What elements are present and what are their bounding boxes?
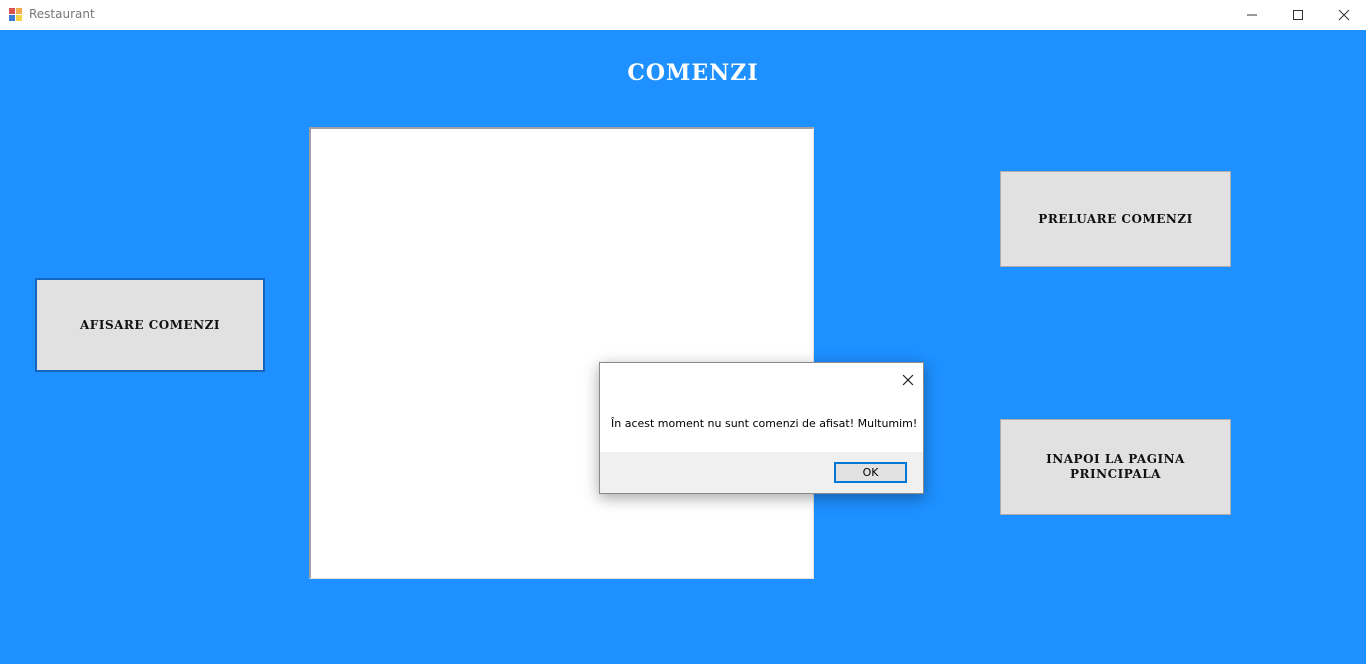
orders-form: COMENZI AFISARE COMENZI PRELUARE COMENZI… bbox=[0, 30, 1366, 664]
close-icon bbox=[1338, 9, 1350, 21]
title-bar[interactable]: Restaurant bbox=[0, 0, 1366, 30]
maximize-button[interactable] bbox=[1275, 0, 1321, 30]
close-icon bbox=[902, 374, 914, 386]
ok-button[interactable]: OK bbox=[834, 462, 907, 483]
minimize-icon bbox=[1247, 14, 1257, 16]
show-orders-button[interactable]: AFISARE COMENZI bbox=[35, 278, 265, 372]
back-to-main-button[interactable]: INAPOI LA PAGINA PRINCIPALA bbox=[1000, 419, 1231, 515]
minimize-button[interactable] bbox=[1229, 0, 1275, 30]
orders-listbox[interactable] bbox=[309, 127, 814, 579]
app-icon bbox=[9, 8, 23, 21]
maximize-icon bbox=[1293, 10, 1303, 20]
window-title: Restaurant bbox=[29, 7, 95, 21]
take-orders-button[interactable]: PRELUARE COMENZI bbox=[1000, 171, 1231, 267]
page-title: COMENZI bbox=[627, 60, 759, 86]
message-box: În acest moment nu sunt comenzi de afisa… bbox=[599, 362, 924, 494]
message-text: În acest moment nu sunt comenzi de afisa… bbox=[611, 417, 918, 430]
message-footer: OK bbox=[600, 452, 923, 493]
close-button[interactable] bbox=[1321, 0, 1366, 30]
message-close-button[interactable] bbox=[896, 369, 920, 391]
